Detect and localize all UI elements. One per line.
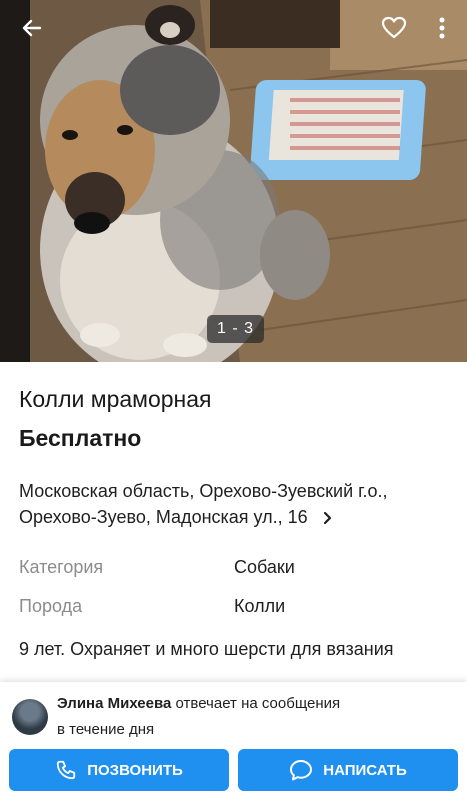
listing-title: Колли мраморная bbox=[19, 386, 212, 412]
spec-value-breed: Колли bbox=[234, 596, 286, 616]
listing-description: 9 лет. Охраняет и много шерсти для вязан… bbox=[19, 639, 394, 659]
more-options-button[interactable] bbox=[422, 10, 462, 46]
chat-bubble-icon bbox=[290, 760, 313, 781]
write-button-label: НАПИСАТЬ bbox=[323, 761, 407, 779]
call-button[interactable]: ПОЗВОНИТЬ bbox=[9, 749, 229, 791]
listing-photo[interactable]: 1 - 3 bbox=[0, 0, 467, 362]
favorite-button[interactable] bbox=[374, 10, 414, 46]
back-button[interactable] bbox=[12, 10, 52, 46]
address-line-2: Орехово-Зуево, Мадонская ул., 16 bbox=[19, 507, 308, 527]
more-vertical-icon bbox=[439, 17, 445, 39]
write-message-button[interactable]: НАПИСАТЬ bbox=[238, 749, 458, 791]
spec-value-category: Собаки bbox=[234, 557, 295, 577]
listing-price: Бесплатно bbox=[19, 425, 142, 451]
spec-label-breed: Порода bbox=[19, 596, 83, 616]
chevron-right-icon bbox=[323, 512, 331, 525]
photo-counter: 1 - 3 bbox=[207, 315, 265, 343]
address-line-1: Московская область, Орехово-Зуевский г.о… bbox=[19, 481, 388, 501]
phone-icon bbox=[57, 760, 76, 780]
heart-outline-icon bbox=[381, 16, 407, 39]
arrow-left-icon bbox=[22, 19, 42, 37]
address-link[interactable]: Московская область, Орехово-Зуевский г.о… bbox=[19, 478, 449, 530]
seller-response-prefix: отвечает на сообщения bbox=[175, 695, 341, 712]
seller-contact-bar: Элина Михеева отвечает на сообщения в те… bbox=[0, 682, 467, 800]
seller-response-time: в течение дня bbox=[57, 721, 155, 738]
call-button-label: ПОЗВОНИТЬ bbox=[87, 761, 183, 779]
dog-photo bbox=[0, 0, 467, 362]
spec-label-category: Категория bbox=[19, 557, 104, 577]
seller-avatar[interactable] bbox=[12, 699, 48, 735]
seller-name[interactable]: Элина Михеева bbox=[57, 695, 171, 712]
seller-info: Элина Михеева отвечает на сообщения bbox=[57, 695, 340, 712]
